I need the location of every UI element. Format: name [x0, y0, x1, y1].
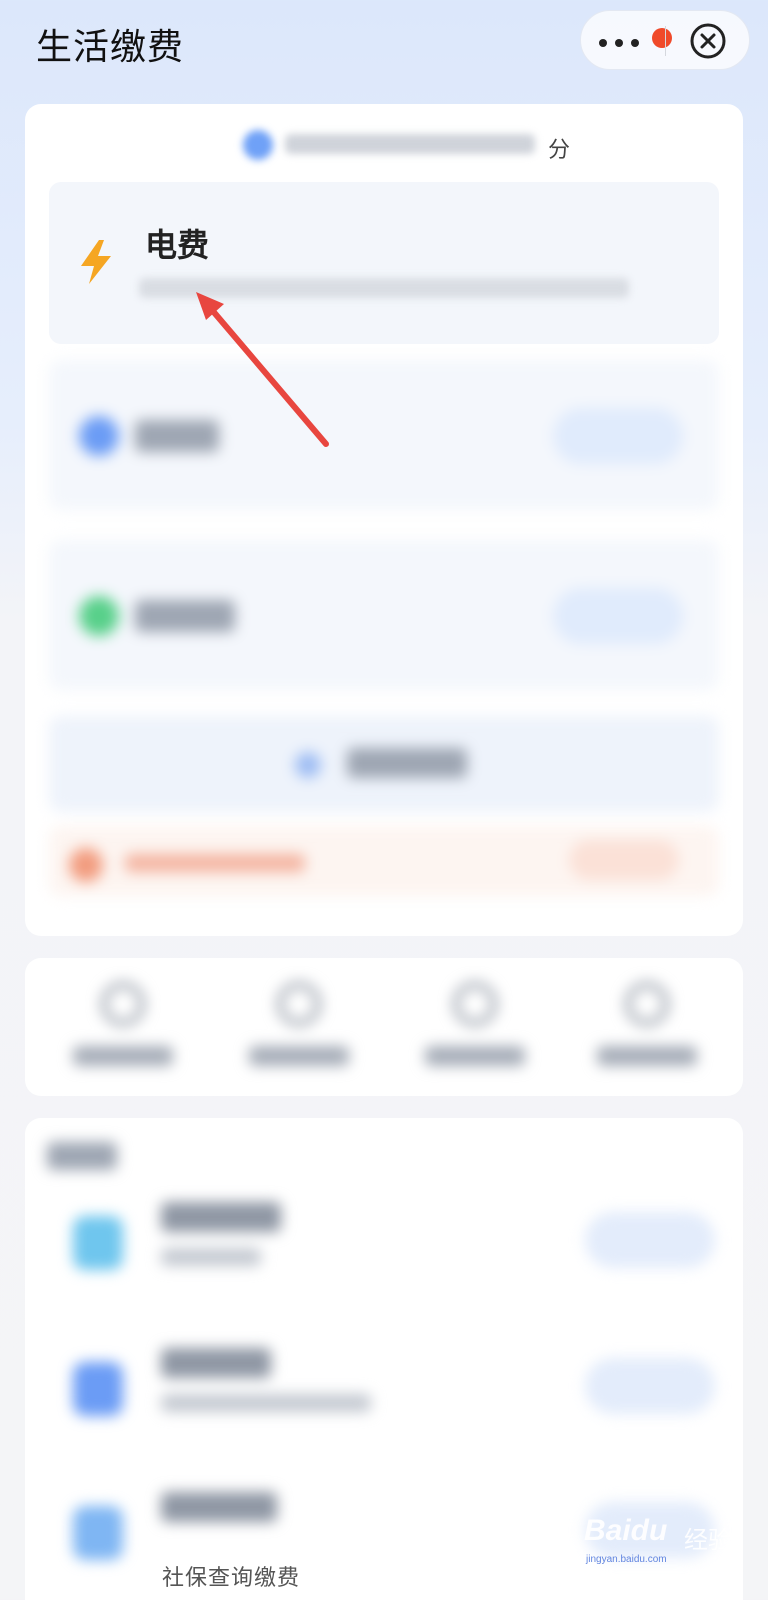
recommend-title-obscured	[161, 1348, 271, 1378]
recommend-item[interactable]	[25, 1320, 743, 1460]
points-suffix: 分	[548, 137, 571, 162]
recommend-icon	[73, 1506, 123, 1560]
add-account-row[interactable]	[49, 716, 719, 812]
shortcut-item[interactable]	[49, 976, 199, 1086]
more-dots-icon	[599, 39, 607, 47]
electricity-bill-item[interactable]: 电费	[49, 182, 719, 344]
watermark-suffix: 经验	[684, 1527, 732, 1554]
electricity-title: 电费	[145, 227, 210, 263]
recommend-title-obscured	[161, 1492, 277, 1522]
shortcut-icon	[101, 982, 145, 1026]
reminder-row[interactable]	[49, 826, 719, 896]
electricity-account-obscured	[139, 278, 629, 298]
recommend-item[interactable]	[25, 1174, 743, 1314]
service-label-obscured	[135, 600, 235, 632]
points-icon	[243, 130, 273, 160]
recommend-icon	[73, 1216, 123, 1270]
recommend-button[interactable]	[585, 1212, 715, 1268]
watermark-url: jingyan.baidu.com	[586, 1554, 667, 1565]
watermark-brand: Baidu	[584, 1514, 668, 1547]
points-row: 分	[215, 116, 595, 172]
recommend-last-label: 社保查询缴费	[162, 1565, 301, 1590]
recommend-icon	[73, 1362, 123, 1416]
recommend-sub-obscured	[161, 1394, 371, 1412]
service-pay-button[interactable]	[553, 408, 683, 464]
service-label-obscured	[135, 420, 219, 452]
close-circle-icon	[690, 23, 726, 59]
baidu-watermark: Baidu 经验 jingyan.baidu.com	[584, 1506, 734, 1568]
shortcut-label-obscured	[425, 1046, 525, 1066]
capsule-divider	[665, 26, 666, 56]
service-row-water[interactable]	[49, 360, 719, 510]
reminder-button[interactable]	[569, 840, 679, 880]
recommend-heading-obscured	[47, 1142, 117, 1170]
notification-dot	[652, 28, 672, 48]
shortcut-label-obscured	[597, 1046, 697, 1066]
reminder-icon	[69, 848, 103, 882]
shortcut-icon	[625, 982, 669, 1026]
shortcut-item[interactable]	[401, 976, 551, 1086]
more-button[interactable]	[599, 25, 672, 57]
shortcut-label-obscured	[249, 1046, 349, 1066]
add-label-obscured	[347, 748, 467, 778]
mini-program-capsule	[580, 10, 750, 70]
water-icon	[79, 416, 119, 456]
bill-card: 分 电费	[25, 104, 743, 936]
shortcut-item[interactable]	[573, 976, 723, 1086]
add-icon	[295, 752, 321, 778]
recommend-title-obscured	[161, 1202, 281, 1232]
shortcut-icon	[453, 982, 497, 1026]
shortcuts-card	[25, 958, 743, 1096]
close-button[interactable]	[689, 22, 727, 60]
top-bar: 生活缴费	[0, 0, 768, 90]
shortcut-icon	[277, 982, 321, 1026]
recommend-sub-obscured	[161, 1248, 261, 1266]
service-list	[49, 360, 719, 896]
service-row-gas[interactable]	[49, 540, 719, 690]
points-text-obscured	[285, 134, 535, 154]
service-pay-button[interactable]	[553, 588, 683, 644]
recommend-button[interactable]	[585, 1358, 715, 1414]
reminder-label-obscured	[125, 854, 305, 872]
gas-icon	[79, 596, 119, 636]
page-title: 生活缴费	[36, 26, 185, 67]
lightning-bolt-icon	[81, 240, 111, 284]
shortcut-label-obscured	[73, 1046, 173, 1066]
shortcut-item[interactable]	[225, 976, 375, 1086]
